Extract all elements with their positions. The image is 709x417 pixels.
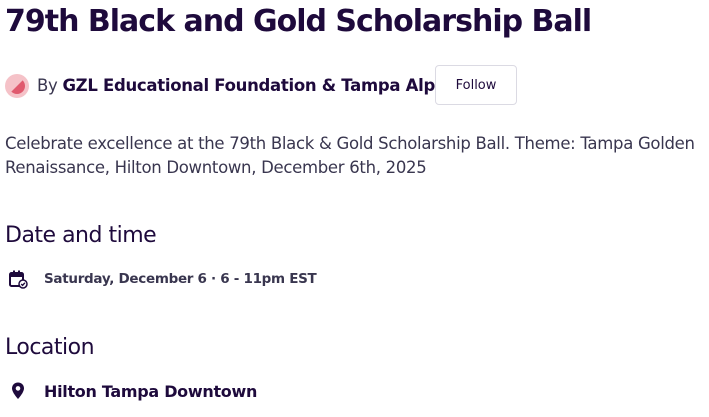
organizer-name-link[interactable]: GZL Educational Foundation & Tampa Alpha… [62,76,467,95]
calendar-check-icon [9,270,28,289]
by-label: By [37,76,58,95]
date-time-row: Saturday, December 6 · 6 - 11pm EST [8,267,317,291]
location-row: Hilton Tampa Downtown [8,379,257,403]
organizer-byline: By GZL Educational Foundation & Tampa Al… [37,76,467,95]
location-venue-link[interactable]: Hilton Tampa Downtown [44,382,257,401]
date-time-heading: Date and time [5,223,157,248]
map-pin-icon [12,382,24,399]
organizer-avatar[interactable] [5,74,29,98]
event-summary: Celebrate excellence at the 79th Black &… [5,134,695,177]
follow-button[interactable]: Follow [435,65,517,105]
date-time-value: Saturday, December 6 · 6 - 11pm EST [44,271,317,287]
organizer-row: By GZL Educational Foundation & Tampa Al… [5,65,525,107]
location-heading: Location [5,335,95,360]
organizer-logo-icon [9,78,25,94]
event-title: 79th Black and Gold Scholarship Ball [5,4,592,39]
